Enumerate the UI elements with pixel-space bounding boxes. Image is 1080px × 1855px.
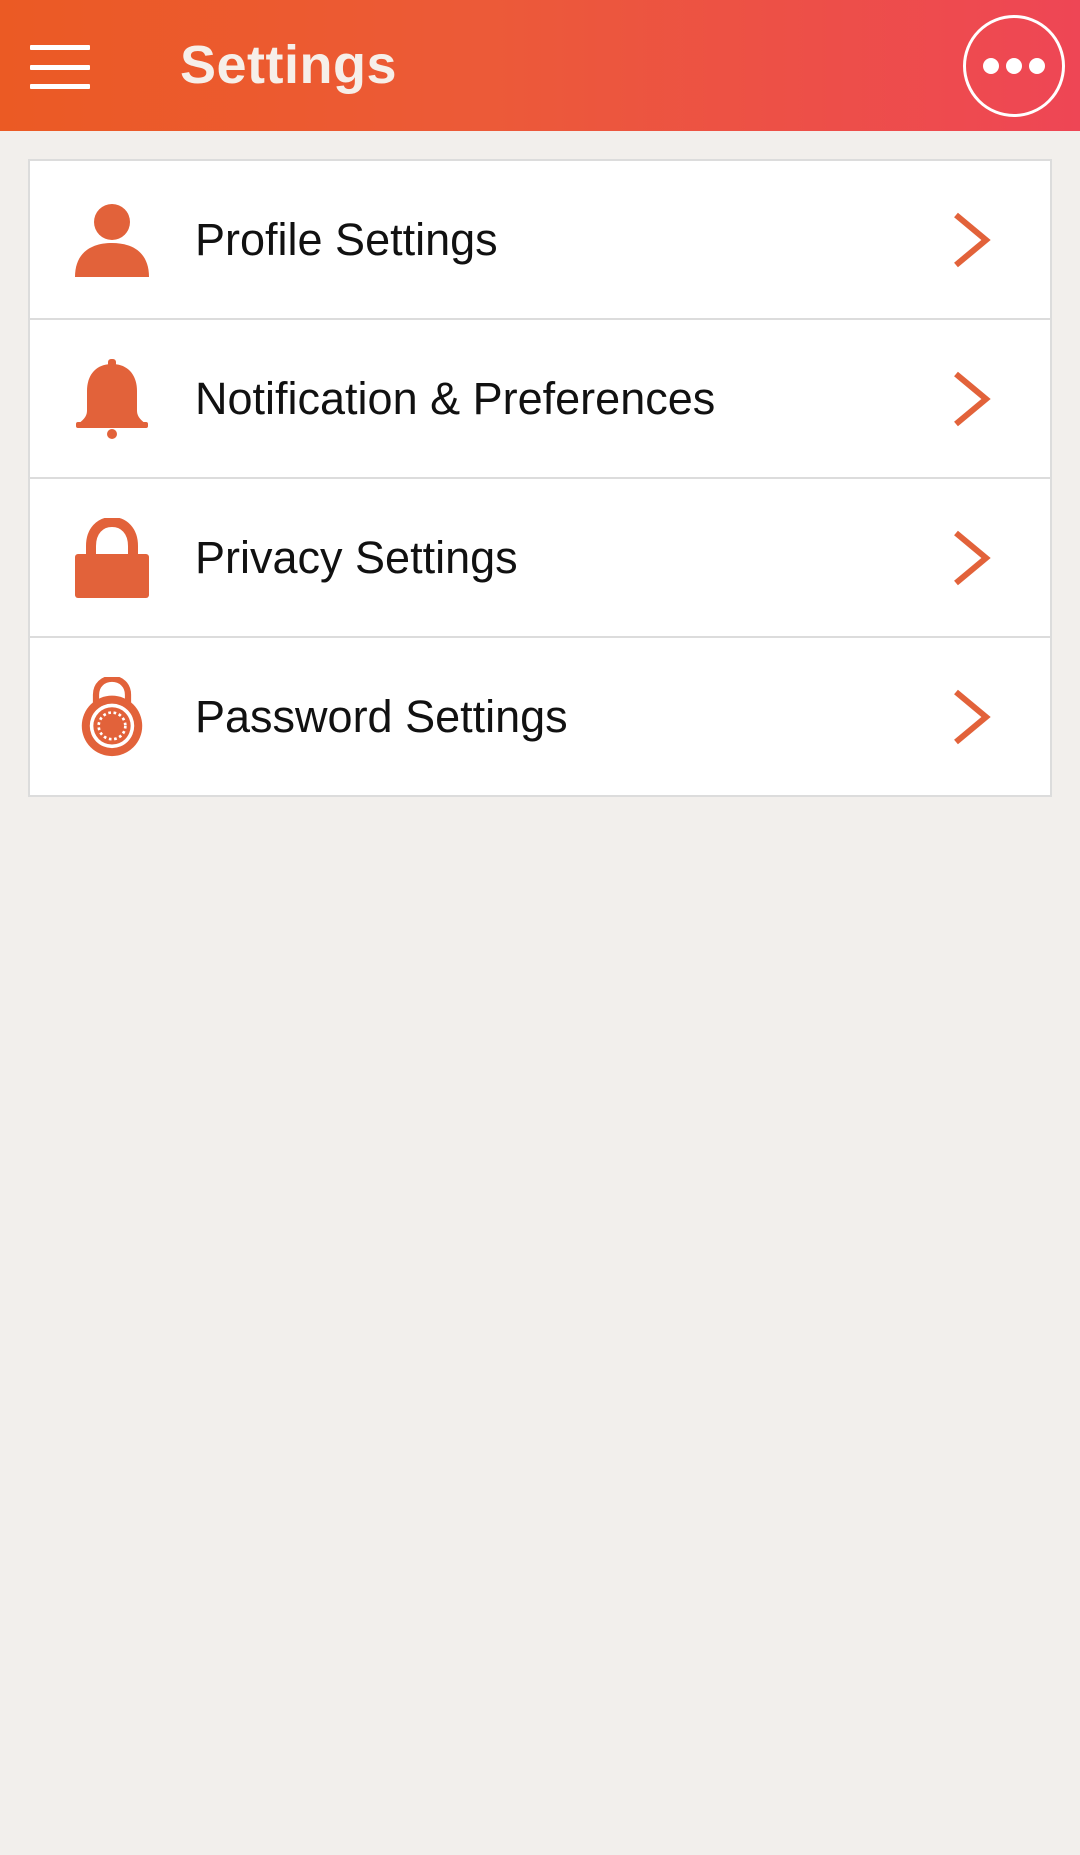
dot <box>983 58 999 74</box>
bell-icon <box>76 359 148 439</box>
settings-item-label: Password Settings <box>195 690 568 742</box>
settings-item-label: Profile Settings <box>195 213 498 265</box>
chevron-right-icon <box>954 212 991 268</box>
chevron-right-icon <box>954 530 991 586</box>
page-title: Settings <box>180 35 398 95</box>
chevron-right-icon <box>954 689 991 745</box>
dot <box>1029 58 1045 74</box>
menu-line <box>30 64 90 70</box>
settings-item-profile[interactable]: Profile Settings <box>30 161 1050 320</box>
app-bar: Settings <box>0 0 1080 131</box>
combination-lock-icon <box>81 677 143 757</box>
hamburger-menu-icon[interactable] <box>30 45 90 89</box>
settings-item-password[interactable]: Password Settings <box>30 638 1050 795</box>
menu-line <box>30 84 90 89</box>
settings-item-label: Notification & Preferences <box>195 372 716 424</box>
person-icon <box>75 204 149 277</box>
settings-list: Profile Settings Notification & Preferen… <box>28 159 1052 797</box>
menu-line <box>30 45 90 50</box>
dot <box>1006 58 1022 74</box>
settings-item-notifications[interactable]: Notification & Preferences <box>30 320 1050 479</box>
more-options-button[interactable] <box>963 15 1065 117</box>
chevron-right-icon <box>954 371 991 427</box>
settings-item-label: Privacy Settings <box>195 531 518 583</box>
settings-item-privacy[interactable]: Privacy Settings <box>30 479 1050 638</box>
lock-icon <box>75 518 149 598</box>
